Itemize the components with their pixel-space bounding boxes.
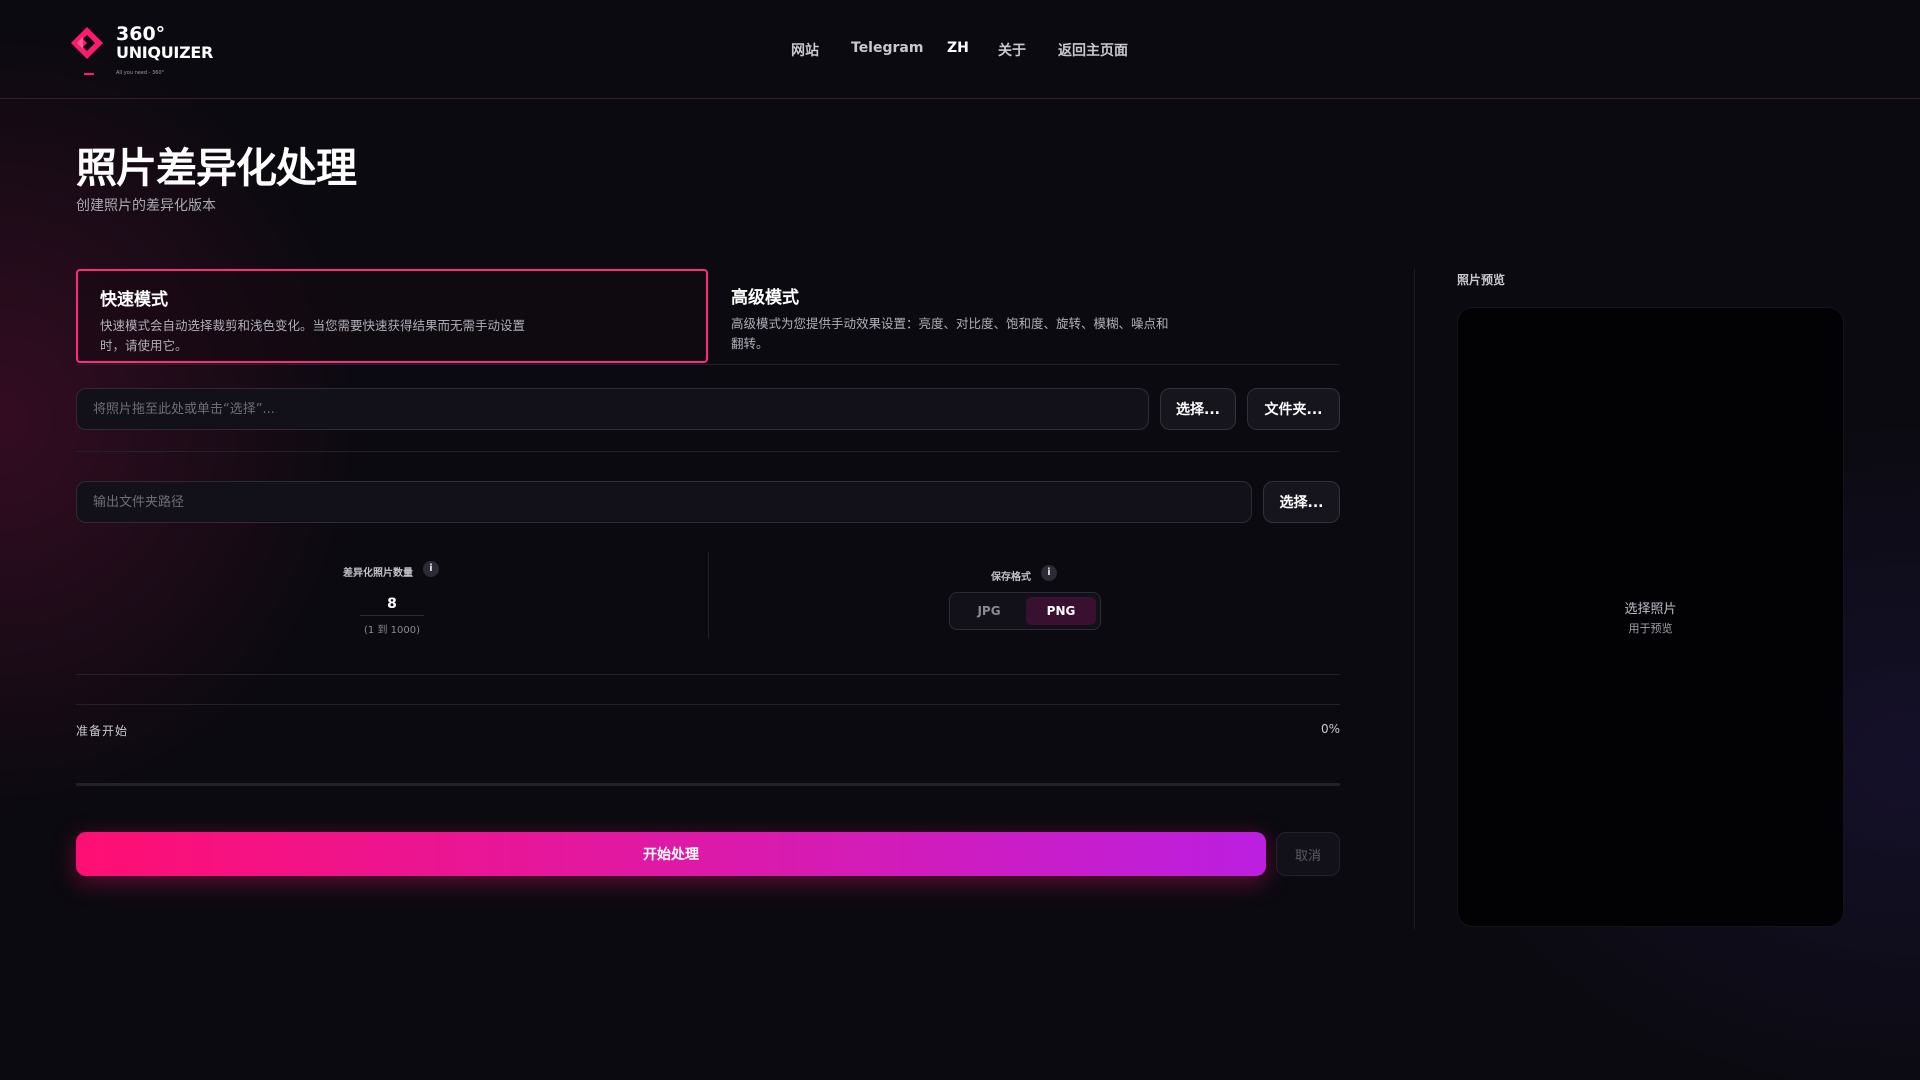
progress-percent: 0% — [1320, 722, 1340, 736]
page-subtitle: 创建照片的差异化版本 — [76, 198, 216, 214]
cancel-button[interactable]: 取消 — [1276, 832, 1340, 876]
start-processing-button[interactable]: 开始处理 — [76, 832, 1266, 876]
advanced-mode-card[interactable]: 高级模式 高级模式为您提供手动效果设置：亮度、对比度、饱和度、旋转、模糊、噪点和… — [709, 269, 1341, 363]
page-title: 照片差异化处理 — [76, 144, 357, 192]
settings-separator — [708, 552, 709, 638]
divider — [76, 451, 1340, 452]
quick-mode-card[interactable]: 快速模式 快速模式会自动选择裁剪和浅色变化。当您需要快速获得结果而无需手动设置时… — [76, 269, 708, 363]
nav-item-about[interactable]: 关于 — [998, 40, 1026, 60]
select-output-button[interactable]: 选择... — [1263, 481, 1340, 523]
nav-item-language[interactable]: ZH — [947, 40, 969, 56]
divider — [76, 364, 1340, 365]
format-option-jpg[interactable]: JPG — [954, 597, 1024, 625]
divider — [76, 674, 1340, 675]
quick-mode-desc: 快速模式会自动选择裁剪和浅色变化。当您需要快速获得结果而无需手动设置时，请使用它… — [100, 318, 526, 353]
nav-item-home[interactable]: 返回主页面 — [1058, 40, 1128, 60]
format-toggle: JPG PNG — [949, 592, 1101, 630]
preview-hint-title: 选择照片 — [1624, 602, 1677, 617]
photo-input[interactable] — [76, 388, 1149, 430]
photo-preview-area[interactable]: 选择照片 用于预览 — [1457, 307, 1844, 927]
select-photos-button[interactable]: 选择... — [1160, 388, 1236, 430]
preview-label: 照片预览 — [1457, 273, 1506, 287]
select-folder-button[interactable]: 文件夹... — [1247, 388, 1340, 430]
status-text: 准备开始 — [76, 724, 129, 738]
progress-bar — [76, 783, 1340, 786]
header: 360° UNIQUIZER All you need - 360° 网站 Te… — [0, 0, 1920, 99]
logo-underline — [84, 73, 94, 75]
output-folder-input[interactable] — [76, 481, 1252, 523]
advanced-mode-desc: 高级模式为您提供手动效果设置：亮度、对比度、饱和度、旋转、模糊、噪点和翻转。 — [731, 316, 1169, 351]
brand-tagline: All you need - 360° — [116, 70, 165, 76]
advanced-mode-title: 高级模式 — [731, 288, 799, 308]
quick-mode-title: 快速模式 — [100, 290, 168, 310]
nav-item-telegram[interactable]: Telegram — [851, 40, 923, 56]
count-range: (1 到 1000) — [364, 625, 420, 636]
preview-hint-subtitle: 用于预览 — [1628, 622, 1673, 635]
format-label: 保存格式 — [991, 572, 1031, 583]
nav-item-website[interactable]: 网站 — [791, 40, 819, 60]
count-info-icon[interactable]: i — [423, 561, 439, 577]
count-input[interactable] — [360, 592, 424, 616]
divider — [76, 704, 1340, 705]
format-option-png[interactable]: PNG — [1026, 597, 1096, 625]
count-label: 差异化照片数量 — [343, 568, 413, 579]
preview-separator — [1414, 269, 1415, 929]
top-nav: 网站 Telegram ZH 关于 返回主页面 — [0, 40, 1920, 60]
format-info-icon[interactable]: i — [1041, 565, 1057, 581]
